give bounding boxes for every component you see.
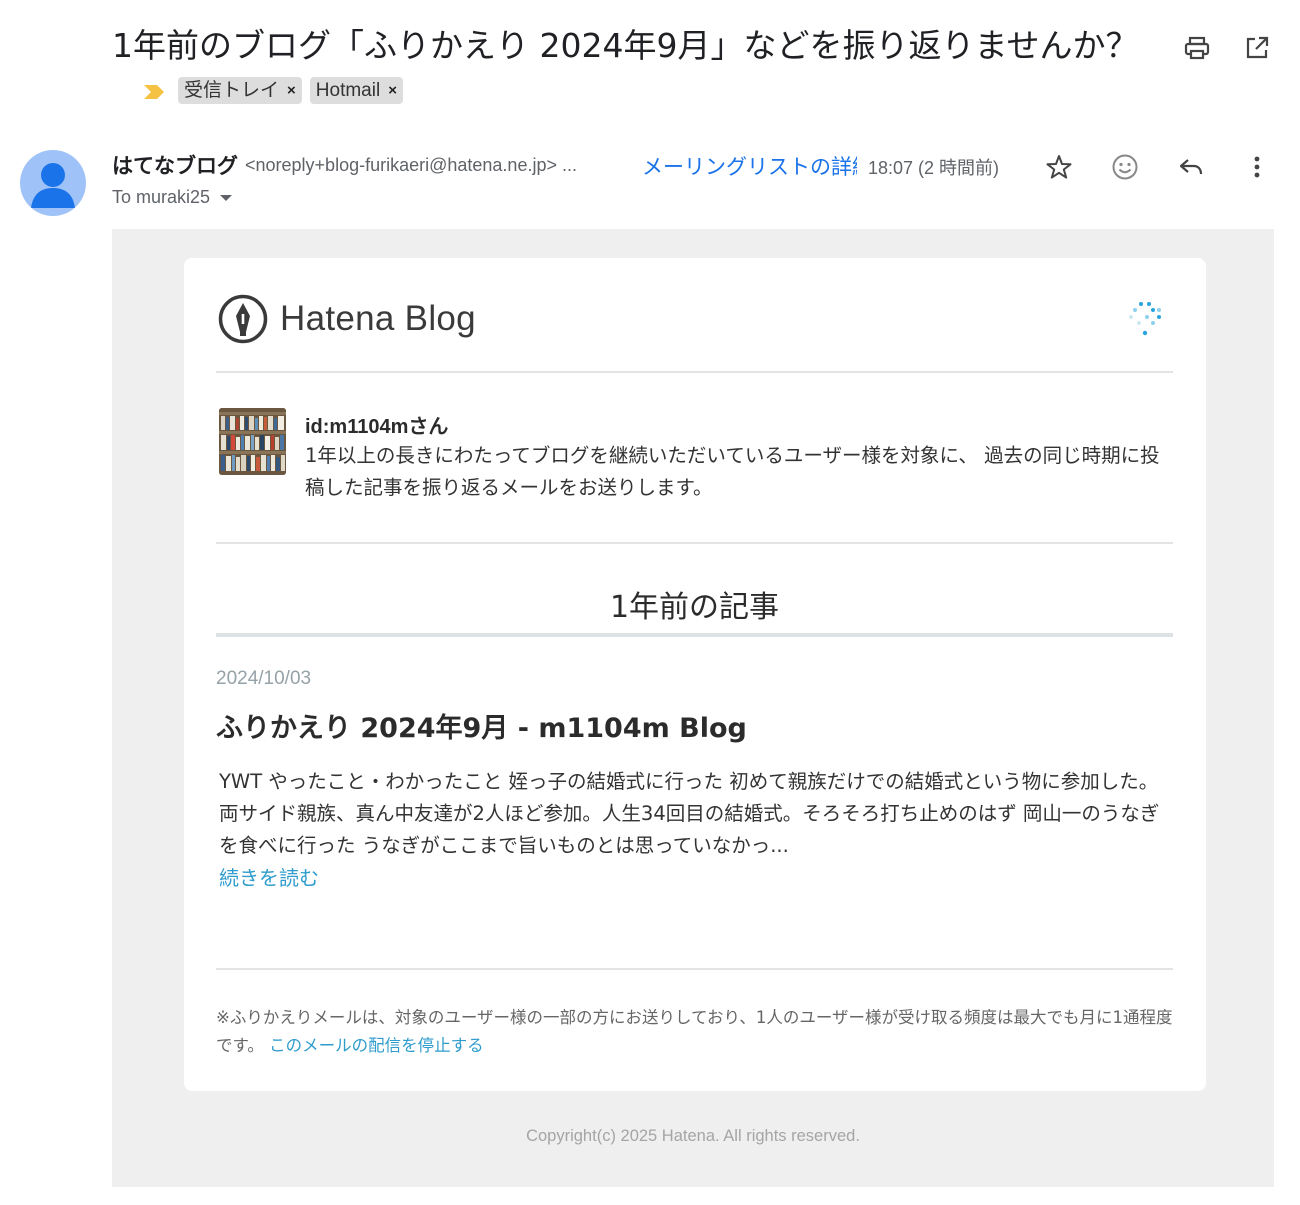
section-underline (216, 633, 1173, 637)
post-excerpt: YWT やったこと・わかったこと 姪っ子の結婚式に行った 初めて親族だけでの結婚… (219, 770, 1160, 857)
label-chip-hotmail[interactable]: Hotmail × (309, 77, 403, 104)
importance-marker-icon[interactable] (142, 82, 168, 102)
divider (216, 542, 1173, 544)
sender-avatar[interactable] (20, 150, 86, 216)
more-options-icon[interactable] (1242, 152, 1272, 182)
greeting-message: 1年以上の長きにわたってブログを継続いただいているユーザー様を対象に、 過去の同… (305, 444, 1160, 499)
section-title: 1年前の記事 (609, 590, 780, 625)
email-subject: 1年前のブログ「ふりかえり 2024年9月」などを振り返りませんか？ 受信トレイ ×… (112, 22, 1162, 116)
unsubscribe-link[interactable]: このメールの配信を停止する (269, 1036, 484, 1055)
mailing-list-link[interactable]: メーリングリストの詳細 (642, 151, 857, 181)
timestamp: 18:07 (2 時間前) (868, 158, 1000, 178)
subject-text: 1年前のブログ「ふりかえり 2024年9月」などを振り返りませんか？ (112, 26, 1139, 65)
print-icon[interactable] (1183, 34, 1211, 62)
post-date: 2024/10/03 (216, 668, 312, 689)
remove-label-button[interactable]: × (388, 67, 397, 114)
read-more-link[interactable]: 続きを読む (219, 862, 319, 891)
sender-email: <noreply+blog-furikaeri@hatena.ne.jp> ..… (245, 154, 577, 175)
label-chip-inbox[interactable]: 受信トレイ × (178, 77, 302, 104)
remove-label-button[interactable]: × (287, 67, 296, 114)
hatena-blog-logo[interactable]: Hatena Blog (218, 293, 476, 345)
hatena-dots-icon (1129, 302, 1161, 336)
sender-name[interactable]: はてなブログ (112, 150, 238, 180)
brand-name: Hatena Blog (280, 299, 476, 338)
email-card (184, 258, 1206, 1091)
star-icon[interactable] (1044, 152, 1074, 182)
emoji-reaction-icon[interactable] (1110, 152, 1140, 182)
chevron-down-icon[interactable] (220, 194, 233, 201)
divider (216, 968, 1173, 970)
recipients-toggle[interactable]: To muraki25 (112, 187, 233, 208)
recipient-text: To muraki25 (112, 187, 211, 207)
reply-icon[interactable] (1176, 152, 1206, 182)
divider (216, 371, 1173, 373)
copyright: Copyright(c) 2025 Hatena. All rights res… (526, 1127, 860, 1145)
sender-line: はてなブログ <noreply+blog-furikaeri@hatena.ne… (112, 150, 577, 180)
user-profile-image[interactable] (219, 408, 286, 475)
post-title[interactable]: ふりかえり 2024年9月 - m1104m Blog (216, 706, 747, 745)
open-in-new-window-icon[interactable] (1243, 34, 1271, 62)
fountain-pen-logo-icon (218, 294, 268, 344)
footer-note: ※ふりかえりメールは、対象のユーザー様の一部の方にお送りしており、1人のユーザー… (216, 1004, 1176, 1060)
label-name: Hotmail (315, 80, 381, 101)
greeting-name: id:m1104mさん (305, 416, 449, 438)
label-name: 受信トレイ (184, 80, 280, 101)
